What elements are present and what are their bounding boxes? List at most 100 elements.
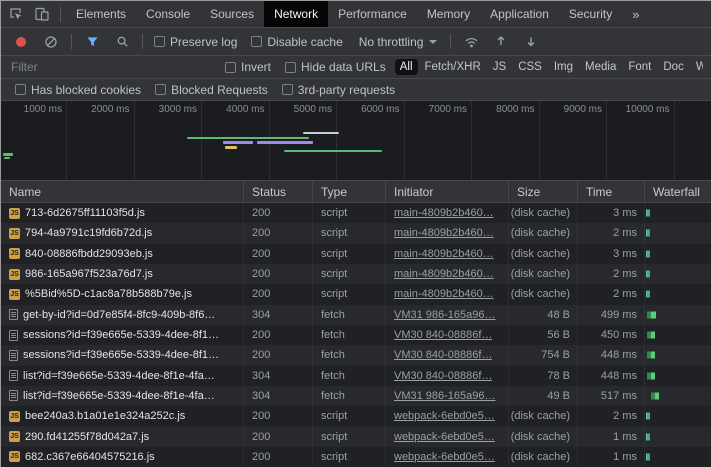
table-row[interactable]: list?id=f39e665e-5339-4dee-8f1e-4fa…304f… — [1, 366, 711, 386]
disable-cache-checkbox[interactable]: Disable cache — [251, 35, 342, 49]
timeline-gridline — [539, 101, 540, 180]
table-row[interactable]: 682.c367e66404575216.js200scriptwebpack-… — [1, 447, 711, 467]
filter-pill-css[interactable]: CSS — [513, 59, 547, 75]
column-header-name[interactable]: Name — [1, 181, 244, 202]
overview-bar — [3, 153, 13, 156]
tab-console[interactable]: Console — [136, 1, 200, 27]
column-header-initiator[interactable]: Initiator — [386, 181, 509, 202]
throttling-select[interactable]: No throttling — [359, 35, 438, 49]
inspect-element-button[interactable] — [5, 1, 27, 27]
filter-pill-media[interactable]: Media — [580, 59, 621, 75]
more-tabs-button[interactable]: » — [622, 1, 649, 27]
cell-name: bee240a3.b1a01e1e324a252c.js — [1, 406, 244, 426]
cell-type: script — [313, 406, 386, 426]
initiator-link[interactable]: main-4809b2b460… — [394, 288, 494, 300]
table-row[interactable]: get-by-id?id=0d7e85f4-8fc9-409b-8f6…304f… — [1, 305, 711, 325]
overview-bar — [257, 141, 313, 144]
request-name: 290.fd41255f78d042a7.js — [25, 431, 149, 443]
column-header-size[interactable]: Size — [509, 181, 578, 202]
initiator-link[interactable]: main-4809b2b460… — [394, 227, 494, 239]
cell-time: 2 ms — [578, 264, 645, 284]
table-row[interactable]: 290.fd41255f78d042a7.js200scriptwebpack-… — [1, 426, 711, 446]
initiator-link[interactable]: VM31 986-165a96… — [394, 309, 496, 321]
cell-size: 56 B — [509, 325, 578, 345]
timeline-tick-label: 1000 ms — [4, 104, 62, 115]
cell-name: get-by-id?id=0d7e85f4-8fc9-409b-8f6… — [1, 305, 244, 325]
tab-memory[interactable]: Memory — [417, 1, 480, 27]
tab-elements[interactable]: Elements — [66, 1, 136, 27]
cell-status: 200 — [244, 447, 313, 467]
filter-pill-js[interactable]: JS — [488, 59, 511, 75]
overview-bar — [225, 146, 237, 149]
column-header-type[interactable]: Type — [313, 181, 386, 202]
filter-pill-font[interactable]: Font — [623, 59, 656, 75]
record-icon — [16, 37, 26, 47]
table-row[interactable]: 713-6d2675ff11103f5d.js200scriptmain-480… — [1, 203, 711, 223]
import-har-button[interactable] — [490, 33, 512, 51]
initiator-link[interactable]: VM31 986-165a96… — [394, 390, 496, 402]
preserve-log-checkbox[interactable]: Preserve log — [154, 35, 237, 49]
record-button[interactable] — [10, 33, 32, 51]
tab-security[interactable]: Security — [559, 1, 622, 27]
column-header-time[interactable]: Time — [578, 181, 645, 202]
cell-time: 517 ms — [578, 386, 645, 406]
initiator-link[interactable]: webpack-6ebd0e5… — [394, 431, 495, 443]
cell-size: 754 B — [509, 345, 578, 365]
filter-pill-ws[interactable]: WS — [691, 59, 703, 75]
tab-performance[interactable]: Performance — [328, 1, 417, 27]
column-header-waterfall[interactable]: Waterfall — [645, 181, 711, 202]
initiator-link[interactable]: webpack-6ebd0e5… — [394, 410, 495, 422]
cell-type: script — [313, 264, 386, 284]
cell-initiator: VM31 986-165a96… — [386, 305, 509, 325]
initiator-link[interactable]: VM30 840-08886f… — [394, 370, 492, 382]
cell-size: 78 B — [509, 366, 578, 386]
device-toolbar-icon — [35, 7, 49, 21]
table-row[interactable]: %5Bid%5D-c1ac8a78b588b79e.js200scriptmai… — [1, 284, 711, 304]
column-header-status[interactable]: Status — [244, 181, 313, 202]
filter-input[interactable] — [9, 59, 207, 75]
table-row[interactable]: list?id=f39e665e-5339-4dee-8f1e-4fa…304f… — [1, 386, 711, 406]
search-button[interactable] — [111, 33, 133, 51]
cell-size: 49 B — [509, 386, 578, 406]
table-row[interactable]: 794-4a9791c19fd6b72d.js200scriptmain-480… — [1, 223, 711, 243]
initiator-link[interactable]: webpack-6ebd0e5… — [394, 451, 495, 463]
initiator-link[interactable]: main-4809b2b460… — [394, 207, 494, 219]
initiator-link[interactable]: VM30 840-08886f… — [394, 329, 492, 341]
tab-application[interactable]: Application — [480, 1, 559, 27]
filter-pill-fetch-xhr[interactable]: Fetch/XHR — [420, 59, 486, 75]
script-file-icon — [9, 208, 20, 219]
hide-data-urls-checkbox[interactable]: Hide data URLs — [285, 60, 386, 74]
table-header: NameStatusTypeInitiatorSizeTimeWaterfall — [1, 181, 711, 203]
cell-waterfall — [645, 284, 711, 304]
invert-checkbox[interactable]: Invert — [225, 60, 271, 74]
table-row[interactable]: sessions?id=f39e665e-5339-4dee-8f1…200fe… — [1, 345, 711, 365]
cell-waterfall — [645, 203, 711, 223]
initiator-link[interactable]: VM30 840-08886f… — [394, 349, 492, 361]
checkbox-has-blocked-cookies[interactable]: Has blocked cookies — [15, 83, 141, 97]
tab-network[interactable]: Network — [264, 1, 328, 27]
export-har-button[interactable] — [520, 33, 542, 51]
network-overview[interactable]: 1000 ms2000 ms3000 ms4000 ms5000 ms6000 … — [1, 101, 711, 181]
table-row[interactable]: bee240a3.b1a01e1e324a252c.js200scriptweb… — [1, 406, 711, 426]
cell-status: 200 — [244, 264, 313, 284]
checkbox-3rd-party-requests[interactable]: 3rd-party requests — [282, 83, 395, 97]
initiator-link[interactable]: main-4809b2b460… — [394, 248, 494, 260]
filter-toggle-button[interactable] — [81, 33, 103, 51]
cell-name: 840-08886fbdd29093eb.js — [1, 244, 244, 264]
table-row[interactable]: sessions?id=f39e665e-5339-4dee-8f1…200fe… — [1, 325, 711, 345]
table-row[interactable]: 840-08886fbdd29093eb.js200scriptmain-480… — [1, 244, 711, 264]
checkbox-blocked-requests[interactable]: Blocked Requests — [155, 83, 268, 97]
table-row[interactable]: 986-165a967f523a76d7.js200scriptmain-480… — [1, 264, 711, 284]
tab-sources[interactable]: Sources — [200, 1, 264, 27]
cell-type: script — [313, 284, 386, 304]
cell-time: 448 ms — [578, 345, 645, 365]
clear-button[interactable] — [40, 33, 62, 51]
filter-pill-doc[interactable]: Doc — [658, 59, 688, 75]
initiator-link[interactable]: main-4809b2b460… — [394, 268, 494, 280]
network-conditions-button[interactable] — [460, 33, 482, 51]
cell-time: 2 ms — [578, 284, 645, 304]
cell-time: 1 ms — [578, 426, 645, 446]
filter-pill-all[interactable]: All — [395, 59, 418, 75]
filter-pill-img[interactable]: Img — [549, 59, 578, 75]
device-toolbar-button[interactable] — [31, 1, 53, 27]
